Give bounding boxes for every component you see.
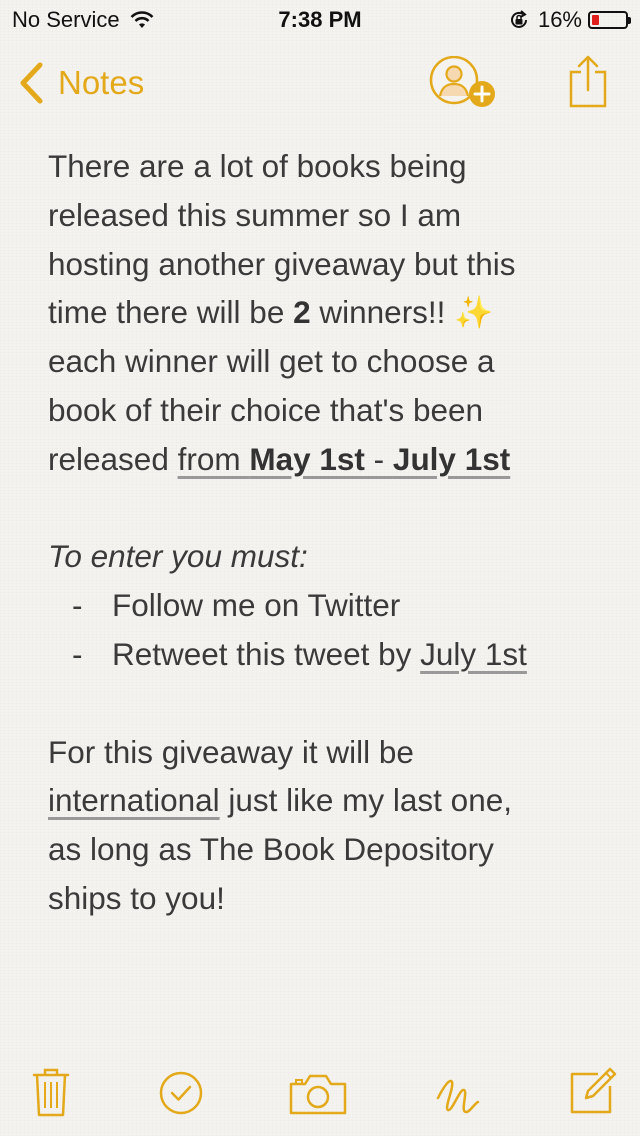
add-people-icon	[429, 55, 495, 107]
note-line: as long as The Book Depository	[48, 831, 494, 868]
note-line: hosting another giveaway but this	[48, 245, 516, 282]
status-right: 16%	[508, 7, 631, 33]
deadline-date: July 1st	[420, 635, 527, 672]
end-date: July 1st	[392, 440, 511, 477]
sketch-icon	[436, 1079, 480, 1114]
list-item: - Retweet this tweet by July 1st	[48, 630, 608, 679]
trash-icon	[32, 1068, 70, 1117]
sketch-button[interactable]	[434, 1068, 482, 1123]
note-line: released from May 1st - July 1st	[48, 435, 608, 484]
checklist-button[interactable]	[158, 1070, 204, 1121]
status-bar: No Service 7:38 PM 16%	[0, 0, 640, 40]
note-line: international just like my last one,	[48, 776, 608, 825]
camera-icon	[289, 1074, 347, 1115]
list-item-text: Retweet this tweet by	[112, 635, 421, 672]
chevron-left-icon	[20, 62, 43, 104]
note-paragraph-shipping: For this giveaway it will be internation…	[48, 728, 608, 923]
battery-level-fill	[592, 15, 599, 25]
note-text: released	[48, 440, 178, 477]
international-text: international	[48, 782, 220, 819]
share-icon	[569, 55, 607, 108]
note-line: each winner will get to choose a	[48, 343, 495, 380]
list-dash: -	[72, 635, 83, 672]
note-line: ships to you!	[48, 879, 225, 916]
rotation-lock-icon	[510, 10, 527, 28]
note-text: -	[364, 440, 393, 477]
battery-icon	[588, 11, 631, 29]
list-dash: -	[72, 587, 83, 624]
rules-heading: To enter you must:	[48, 538, 308, 575]
sparkles-emoji: ✨	[454, 294, 494, 331]
note-line: released this summer so I am	[48, 196, 462, 233]
nav-bar: Notes	[0, 40, 640, 128]
winner-count: 2	[293, 294, 311, 331]
compose-button[interactable]	[568, 1066, 618, 1121]
bottom-toolbar	[0, 1048, 640, 1136]
note-paragraph-intro: There are a lot of books being released …	[48, 142, 608, 484]
back-button[interactable]: Notes	[18, 62, 144, 104]
note-line: For this giveaway it will be	[48, 733, 414, 770]
compose-icon	[570, 1067, 617, 1114]
checklist-icon	[159, 1071, 203, 1115]
list-item-text: Follow me on Twitter	[112, 587, 401, 624]
note-paragraph-rules: To enter you must: - Follow me on Twitter…	[48, 532, 608, 678]
delete-button[interactable]	[32, 1066, 70, 1123]
back-label: Notes	[58, 64, 145, 101]
note-text: from	[177, 440, 250, 477]
note-line: book of their choice that's been	[48, 391, 484, 428]
list-item: - Follow me on Twitter	[48, 581, 608, 630]
note-line: There are a lot of books being	[48, 148, 467, 184]
note-text: time there will be	[48, 294, 294, 331]
start-date: May 1st	[249, 440, 365, 477]
date-range-link: from May 1st - July 1st	[178, 441, 511, 477]
note-text: winners!!	[310, 294, 455, 331]
camera-button[interactable]	[288, 1072, 348, 1121]
note-line: time there will be 2 winners!! ✨	[48, 288, 608, 337]
add-people-button[interactable]	[428, 55, 504, 112]
note-body[interactable]: There are a lot of books being released …	[48, 142, 608, 923]
note-text: just like my last one,	[219, 782, 512, 819]
battery-percent: 16%	[537, 7, 582, 32]
share-button[interactable]	[566, 54, 610, 110]
